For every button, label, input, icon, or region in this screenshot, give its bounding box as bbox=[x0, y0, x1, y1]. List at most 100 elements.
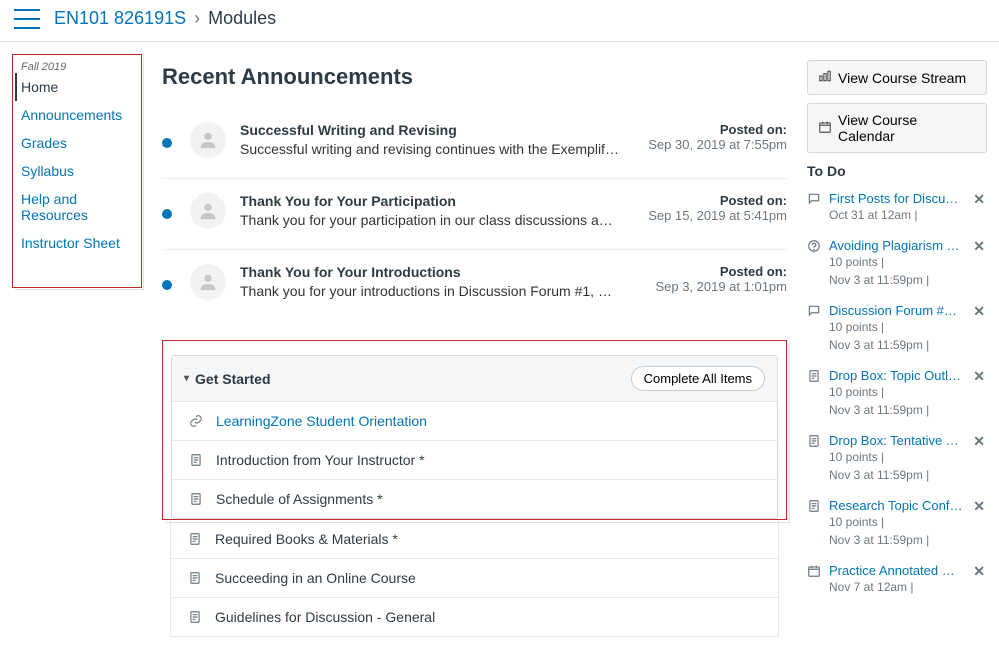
todo-item: Drop Box: Topic Outline for… 10 points |… bbox=[807, 364, 987, 429]
top-bar: EN101 826191S › Modules bbox=[0, 0, 999, 42]
page-icon bbox=[188, 492, 204, 506]
announcement-meta: Posted on: Sep 30, 2019 at 7:55pm bbox=[648, 122, 787, 152]
main-content: Recent Announcements Successful Writing … bbox=[142, 54, 807, 637]
nav-announcements[interactable]: Announcements bbox=[21, 101, 133, 129]
module-item[interactable]: Schedule of Assignments * bbox=[172, 479, 777, 518]
todo-title[interactable]: Drop Box: Topic Outline for… bbox=[829, 368, 963, 383]
module-items: LearningZone Student Orientation Introduc… bbox=[172, 401, 777, 518]
todo-title[interactable]: Discussion Forum #9: Caus… bbox=[829, 303, 963, 318]
todo-meta: 10 points |Nov 3 at 11:59pm | bbox=[829, 253, 963, 289]
nav-grades[interactable]: Grades bbox=[21, 129, 133, 157]
todo-title[interactable]: Practice Annotated Bibliog… bbox=[829, 563, 963, 578]
todo-meta: 10 points |Nov 3 at 11:59pm | bbox=[829, 448, 963, 484]
chevron-right-icon: › bbox=[194, 8, 200, 29]
discussion-icon bbox=[807, 303, 821, 321]
dismiss-icon[interactable]: ✕ bbox=[971, 498, 987, 515]
todo-item: Avoiding Plagiarism Exercis… 10 points |… bbox=[807, 234, 987, 299]
announcement-meta: Posted on: Sep 3, 2019 at 1:01pm bbox=[655, 264, 787, 294]
announcement-snippet: Thank you for your participation in our … bbox=[240, 212, 620, 228]
discussion-icon bbox=[807, 191, 821, 209]
announcement-title: Thank You for Your Introductions bbox=[240, 264, 655, 280]
announcement-title: Thank You for Your Participation bbox=[240, 193, 648, 209]
view-stream-button[interactable]: View Course Stream bbox=[807, 60, 987, 95]
todo-title[interactable]: First Posts for Discussion F… bbox=[829, 191, 963, 206]
assignment-icon bbox=[807, 498, 821, 516]
module-item-label: Introduction from Your Instructor * bbox=[216, 452, 425, 468]
module-item-label: LearningZone Student Orientation bbox=[216, 413, 427, 429]
announcement-snippet: Thank you for your introductions in Disc… bbox=[240, 283, 620, 299]
module-item[interactable]: Introduction from Your Instructor * bbox=[172, 440, 777, 479]
module-get-started: ▾ Get Started Complete All Items Learnin… bbox=[171, 355, 778, 519]
todo-meta: Oct 31 at 12am | bbox=[829, 206, 963, 224]
collapse-triangle-icon: ▾ bbox=[184, 373, 189, 384]
module-items-continued: Required Books & Materials * Succeeding i… bbox=[162, 520, 787, 637]
right-sidebar: View Course Stream View Course Calendar … bbox=[807, 54, 987, 606]
unread-dot-icon bbox=[162, 138, 172, 148]
module-title: Get Started bbox=[195, 371, 270, 387]
module-item-label: Schedule of Assignments * bbox=[216, 491, 383, 507]
module-item-label: Required Books & Materials * bbox=[215, 531, 398, 547]
dismiss-icon[interactable]: ✕ bbox=[971, 191, 987, 208]
todo-meta: 10 points |Nov 3 at 11:59pm | bbox=[829, 383, 963, 419]
announcement-row[interactable]: Thank You for Your Introductions Thank y… bbox=[162, 250, 787, 320]
module-item[interactable]: Succeeding in an Online Course bbox=[170, 559, 779, 598]
announcement-list: Successful Writing and Revising Successf… bbox=[162, 108, 787, 320]
course-nav: Fall 2019 Home Announcements Grades Syll… bbox=[12, 54, 142, 288]
dismiss-icon[interactable]: ✕ bbox=[971, 368, 987, 385]
announcement-snippet: Successful writing and revising continue… bbox=[240, 141, 620, 157]
assignment-icon bbox=[807, 368, 821, 386]
quiz-icon bbox=[807, 238, 821, 256]
breadcrumb: EN101 826191S › Modules bbox=[54, 8, 276, 29]
nav-home[interactable]: Home bbox=[15, 73, 133, 101]
nav-instructor[interactable]: Instructor Sheet bbox=[21, 229, 133, 257]
complete-all-button[interactable]: Complete All Items bbox=[631, 366, 765, 391]
todo-meta: Nov 7 at 12am | bbox=[829, 578, 963, 596]
todo-meta: 10 points |Nov 3 at 11:59pm | bbox=[829, 318, 963, 354]
module-highlight-box: ▾ Get Started Complete All Items Learnin… bbox=[162, 340, 787, 520]
avatar bbox=[190, 193, 226, 229]
module-item[interactable]: Guidelines for Discussion - General bbox=[170, 598, 779, 637]
view-calendar-button[interactable]: View Course Calendar bbox=[807, 103, 987, 153]
module-item-label: Guidelines for Discussion - General bbox=[215, 609, 435, 625]
page-icon bbox=[187, 610, 203, 624]
dismiss-icon[interactable]: ✕ bbox=[971, 303, 987, 320]
todo-item: Practice Annotated Bibliog… Nov 7 at 12a… bbox=[807, 559, 987, 606]
module-header[interactable]: ▾ Get Started Complete All Items bbox=[172, 356, 777, 401]
link-icon bbox=[188, 414, 204, 428]
page-icon bbox=[188, 453, 204, 467]
calendar-icon bbox=[807, 563, 821, 581]
term-label: Fall 2019 bbox=[21, 61, 133, 73]
breadcrumb-course[interactable]: EN101 826191S bbox=[54, 8, 186, 29]
todo-item: First Posts for Discussion F… Oct 31 at … bbox=[807, 187, 987, 234]
todo-list: First Posts for Discussion F… Oct 31 at … bbox=[807, 187, 987, 606]
breadcrumb-page: Modules bbox=[208, 8, 276, 29]
unread-dot-icon bbox=[162, 209, 172, 219]
section-title: Recent Announcements bbox=[162, 64, 787, 90]
dismiss-icon[interactable]: ✕ bbox=[971, 563, 987, 580]
todo-item: Discussion Forum #9: Caus… 10 points |No… bbox=[807, 299, 987, 364]
hamburger-icon[interactable] bbox=[14, 9, 40, 29]
module-item[interactable]: LearningZone Student Orientation bbox=[172, 401, 777, 440]
avatar bbox=[190, 122, 226, 158]
todo-title[interactable]: Avoiding Plagiarism Exercis… bbox=[829, 238, 963, 253]
module-item-label: Succeeding in an Online Course bbox=[215, 570, 416, 586]
todo-item: Research Topic Confirmati… 10 points |No… bbox=[807, 494, 987, 559]
todo-meta: 10 points |Nov 3 at 11:59pm | bbox=[829, 513, 963, 549]
page-icon bbox=[187, 571, 203, 585]
dismiss-icon[interactable]: ✕ bbox=[971, 238, 987, 255]
module-item[interactable]: Required Books & Materials * bbox=[170, 520, 779, 559]
calendar-icon bbox=[818, 120, 832, 137]
todo-item: Drop Box: Tentative Thesis … 10 points |… bbox=[807, 429, 987, 494]
stream-icon bbox=[818, 69, 832, 86]
todo-title[interactable]: Drop Box: Tentative Thesis … bbox=[829, 433, 963, 448]
todo-title[interactable]: Research Topic Confirmati… bbox=[829, 498, 963, 513]
dismiss-icon[interactable]: ✕ bbox=[971, 433, 987, 450]
announcement-row[interactable]: Thank You for Your Participation Thank y… bbox=[162, 179, 787, 250]
nav-syllabus[interactable]: Syllabus bbox=[21, 157, 133, 185]
unread-dot-icon bbox=[162, 280, 172, 290]
announcement-row[interactable]: Successful Writing and Revising Successf… bbox=[162, 108, 787, 179]
nav-help[interactable]: Help and Resources bbox=[21, 185, 133, 229]
avatar bbox=[190, 264, 226, 300]
assignment-icon bbox=[807, 433, 821, 451]
announcement-meta: Posted on: Sep 15, 2019 at 5:41pm bbox=[648, 193, 787, 223]
